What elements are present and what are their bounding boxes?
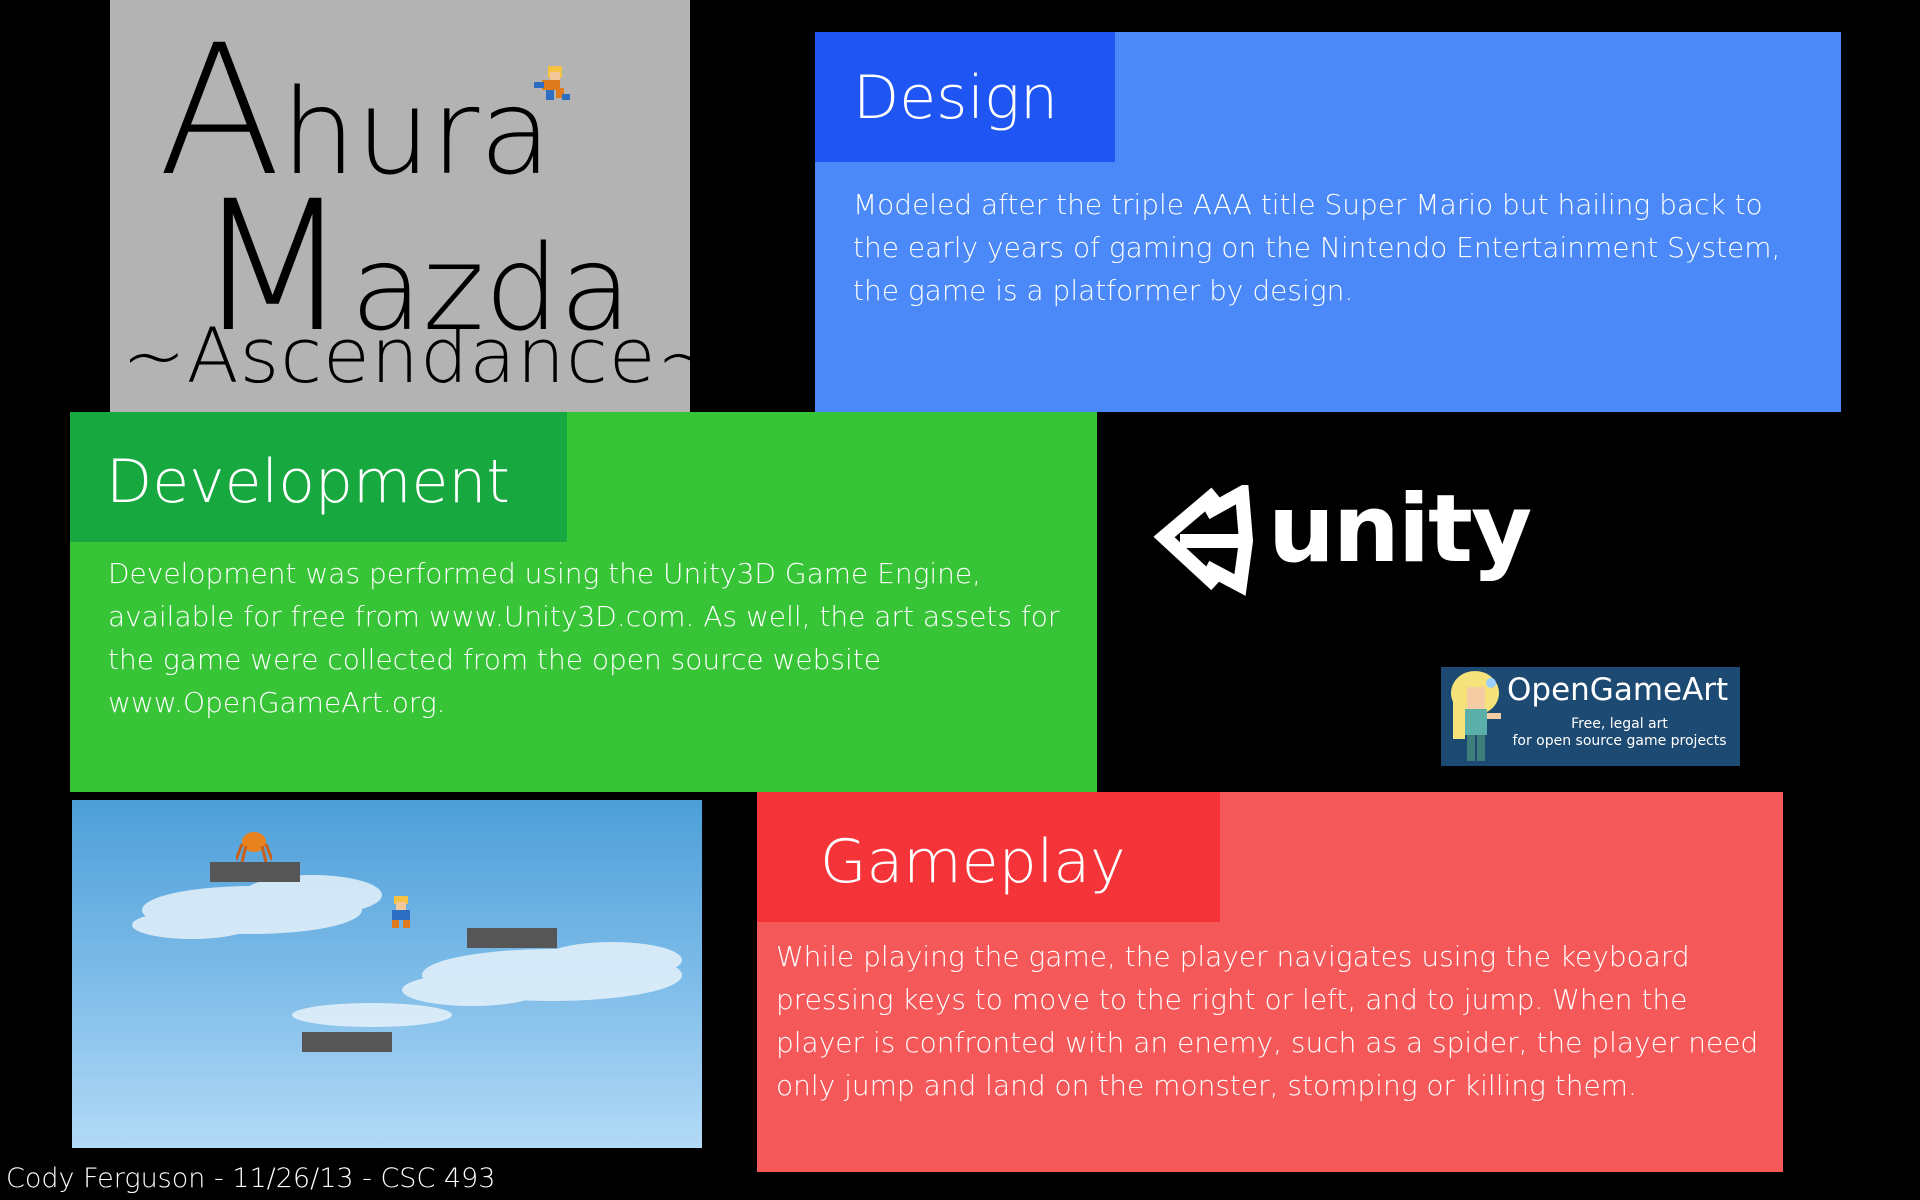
opengameart-subtitle-line1: Free, legal art <box>1571 716 1668 732</box>
platform <box>467 928 557 948</box>
development-heading: Development <box>106 447 510 517</box>
clouds-background <box>132 875 682 1027</box>
unity-logo: unity <box>1118 465 1532 620</box>
game-screenshot <box>72 800 702 1148</box>
development-body: Development was performed using the Unit… <box>108 557 1060 719</box>
opengameart-subtitle-line2: for open source game projects <box>1512 733 1727 749</box>
spider-enemy-icon <box>236 832 272 862</box>
gameplay-heading: Gameplay <box>820 827 1126 897</box>
title-panel: Ahura Mazda ~Ascendance~ <box>110 0 720 412</box>
opengameart-title: OpenGameArt <box>1507 672 1729 708</box>
hero-sprite-icon <box>534 66 570 100</box>
gameplay-body: While playing the game, the player navig… <box>776 940 1759 1102</box>
title-subtitle: ~Ascendance~ <box>122 311 722 400</box>
opengameart-badge: OpenGameArt Free, legal art for open sou… <box>1441 667 1740 766</box>
opengameart-character-icon <box>1451 671 1501 761</box>
unity-cube-icon <box>1153 485 1254 596</box>
platform <box>210 862 300 882</box>
design-body: Modeled after the triple AAA title Super… <box>853 188 1781 307</box>
footer-credit: Cody Ferguson - 11/26/13 - CSC 493 <box>6 1163 496 1194</box>
platform <box>302 1032 392 1052</box>
unity-wordmark: unity <box>1268 475 1532 584</box>
design-heading: Design <box>853 63 1059 133</box>
hero-player-icon <box>392 896 410 928</box>
